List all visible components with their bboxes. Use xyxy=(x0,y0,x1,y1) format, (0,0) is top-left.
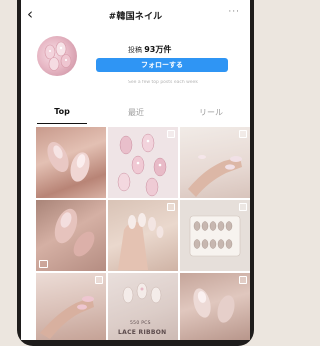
follow-button[interactable]: フォローする xyxy=(96,58,228,72)
more-icon[interactable]: ··· xyxy=(228,7,240,17)
grid-post[interactable] xyxy=(108,127,178,198)
reel-icon xyxy=(39,260,48,268)
tab-bar: Top 最近 リール xyxy=(21,99,250,125)
grid-post[interactable] xyxy=(108,200,178,271)
screen: ‹ #韓国ネイル ··· 投稿 93万件 フォローする See a few to… xyxy=(21,0,250,340)
grid-post[interactable] xyxy=(36,127,106,198)
multi-post-icon xyxy=(167,203,175,211)
grid-post[interactable] xyxy=(36,200,106,271)
grid-post[interactable] xyxy=(180,127,250,198)
multi-post-icon xyxy=(239,203,247,211)
grid-post[interactable] xyxy=(180,200,250,271)
top-bar: ‹ #韓国ネイル ··· xyxy=(21,0,250,34)
post-grid: 550 PCS LACE RIBBON xyxy=(36,127,250,340)
grid-post[interactable] xyxy=(36,273,106,340)
tab-reels[interactable]: リール xyxy=(181,107,241,118)
post-overlay-text-2: LACE RIBBON xyxy=(118,329,167,336)
tab-recent[interactable]: 最近 xyxy=(106,107,166,118)
grid-post[interactable] xyxy=(180,273,250,340)
active-tab-indicator xyxy=(37,123,87,124)
hashtag-subtitle: See a few top posts each week xyxy=(128,80,198,85)
multi-post-icon xyxy=(239,276,247,284)
tab-top[interactable]: Top xyxy=(32,107,92,116)
post-overlay-text: 550 PCS xyxy=(130,321,151,326)
post-count: 投稿 93万件 xyxy=(128,44,171,55)
multi-post-icon xyxy=(167,130,175,138)
post-count-value: 93万件 xyxy=(144,45,172,54)
post-count-label: 投稿 xyxy=(128,46,142,54)
grid-post[interactable]: 550 PCS LACE RIBBON xyxy=(108,273,178,340)
page-title: #韓国ネイル xyxy=(108,12,163,22)
multi-post-icon xyxy=(239,130,247,138)
hashtag-avatar xyxy=(37,36,77,76)
phone-frame: ‹ #韓国ネイル ··· 投稿 93万件 フォローする See a few to… xyxy=(17,0,254,346)
multi-post-icon xyxy=(95,276,103,284)
